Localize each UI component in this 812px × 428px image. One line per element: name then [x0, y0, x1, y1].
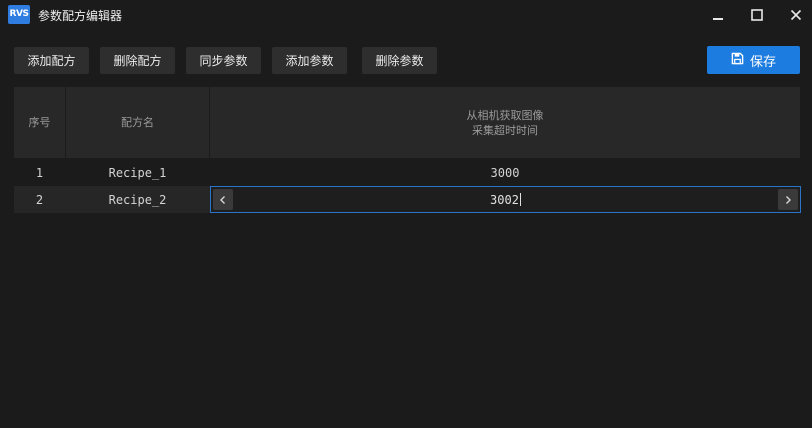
close-button[interactable] — [784, 4, 808, 26]
decrement-button[interactable] — [213, 189, 233, 210]
maximize-button[interactable] — [745, 4, 769, 26]
add-param-button[interactable]: 添加参数 — [272, 47, 347, 74]
spinbox-text: 3002 — [490, 192, 519, 207]
add-recipe-button[interactable]: 添加配方 — [14, 47, 89, 74]
column-header-param-line2: 采集超时时间 — [472, 123, 538, 137]
table-header: 序号 配方名 从相机获取图像 采集超时时间 — [14, 87, 800, 158]
save-label: 保存 — [749, 54, 776, 70]
spinbox-value[interactable]: 3002 — [211, 187, 800, 212]
minimize-button[interactable] — [706, 4, 730, 26]
param-value-spinbox[interactable]: 3002 — [210, 186, 801, 213]
row-param-value[interactable]: 3000 — [210, 159, 800, 186]
maximize-icon — [751, 9, 763, 21]
increment-button[interactable] — [778, 189, 798, 210]
column-header-recipe-name[interactable]: 配方名 — [66, 87, 210, 158]
chevron-right-icon — [784, 190, 792, 209]
window-title: 参数配方编辑器 — [38, 9, 123, 23]
delete-param-button[interactable]: 删除参数 — [362, 47, 437, 74]
row-recipe-name[interactable]: Recipe_1 — [66, 159, 209, 186]
chevron-left-icon — [219, 190, 227, 209]
close-icon — [790, 9, 802, 21]
delete-recipe-button[interactable]: 删除配方 — [100, 47, 175, 74]
table-row-selected[interactable]: 2 Recipe_2 3002 — [14, 186, 801, 213]
column-header-param[interactable]: 从相机获取图像 采集超时时间 — [210, 87, 800, 158]
sync-params-button[interactable]: 同步参数 — [186, 47, 261, 74]
minimize-icon — [712, 9, 724, 21]
column-header-index[interactable]: 序号 — [14, 87, 66, 158]
row-index: 1 — [35, 165, 44, 180]
text-caret — [519, 193, 521, 206]
app-logo: RVS — [8, 5, 30, 24]
column-header-param-line1: 从相机获取图像 — [466, 108, 544, 122]
title-bar: RVS 参数配方编辑器 — [0, 0, 812, 30]
save-button[interactable]: 保存 — [707, 46, 800, 74]
row-recipe-name[interactable]: Recipe_2 — [66, 186, 209, 213]
row-index: 2 — [35, 192, 44, 207]
table-row[interactable]: 1 Recipe_1 3000 — [14, 159, 800, 186]
save-icon — [731, 52, 744, 69]
